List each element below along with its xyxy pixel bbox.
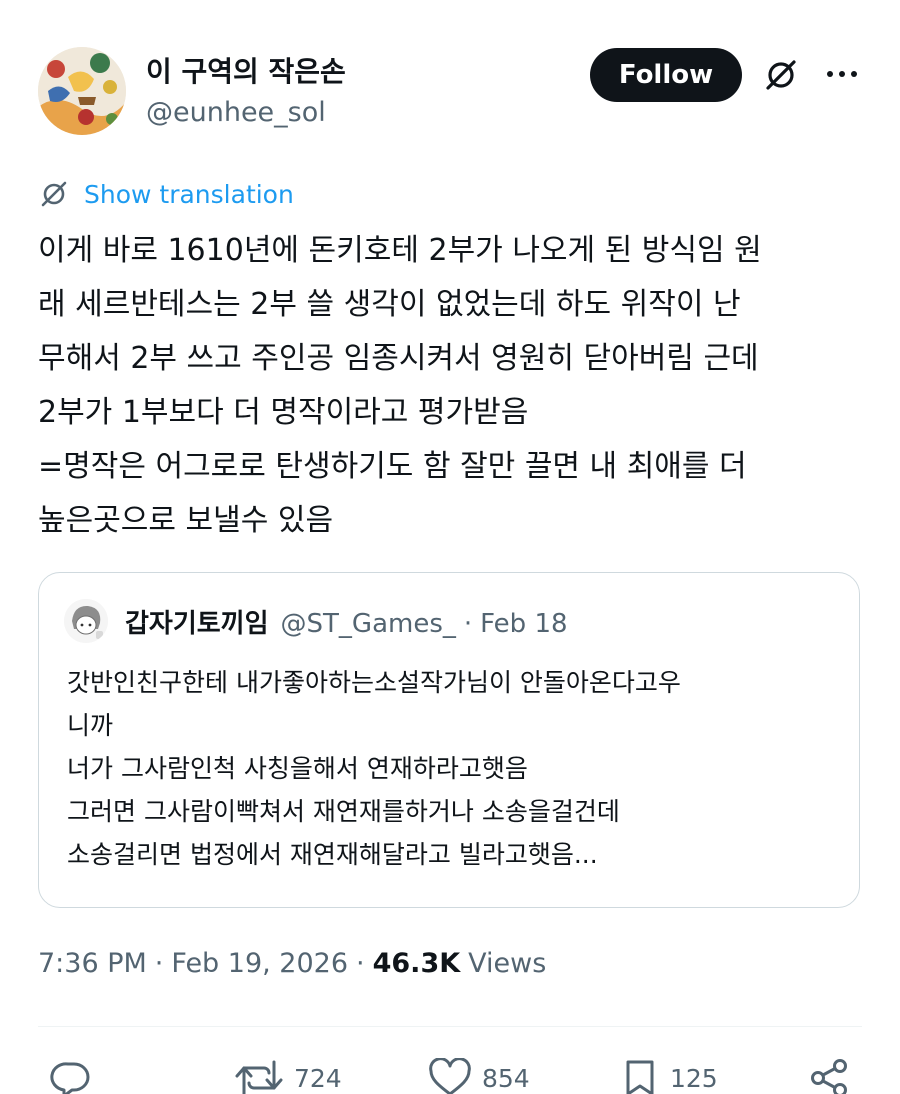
meta-separator: · xyxy=(356,948,365,979)
quoted-line: 소송걸리면 법정에서 재연재해달라고 빌라고햇음... xyxy=(67,840,598,869)
tweet-line: 2부가 1부보다 더 명작이라고 평가받음 xyxy=(38,395,529,430)
tweet-line: =명작은 어그로로 탄생하기도 함 잘만 끌면 내 최애를 더 xyxy=(38,449,747,484)
bookmark-count: 125 xyxy=(670,1063,718,1093)
share-icon xyxy=(808,1058,852,1094)
quoted-author-name[interactable]: 갑자기토끼임 xyxy=(125,603,269,640)
views-count: 46.3K xyxy=(372,948,461,979)
tweet-time[interactable]: 7:36 PM xyxy=(38,948,147,979)
quoted-author-handle[interactable]: @ST_Games_ xyxy=(281,609,456,639)
tweet-line: 무해서 2부 쓰고 주인공 임종시켜서 영원히 닫아버림 근데 xyxy=(38,341,759,376)
author-avatar[interactable] xyxy=(38,47,126,135)
reply-button[interactable] xyxy=(48,1058,92,1094)
tweet-line: 이게 바로 1610년에 돈키호테 2부가 나오게 된 방식임 원 xyxy=(38,233,762,268)
heart-icon xyxy=(428,1058,472,1094)
translate-icon xyxy=(38,178,70,210)
quoted-line: 그러면 그사람이빡쳐서 재연재를하거나 소송을걸건데 xyxy=(67,797,620,826)
tweet-meta: 7:36 PM · Feb 19, 2026 · 46.3K Views xyxy=(38,948,546,979)
quoted-tweet-card[interactable]: 갑자기토끼임 @ST_Games_ · Feb 18 갓반인친구한테 내가좋아하… xyxy=(38,572,860,908)
quoted-separator: · xyxy=(463,609,473,639)
like-button[interactable]: 854 xyxy=(428,1058,530,1094)
grok-icon[interactable] xyxy=(762,56,800,94)
retweet-icon xyxy=(234,1058,284,1094)
quoted-tweet-header: 갑자기토끼임 @ST_Games_ · Feb 18 xyxy=(125,603,568,640)
author-handle[interactable]: @eunhee_sol xyxy=(146,97,326,128)
retweet-count: 724 xyxy=(294,1063,342,1093)
tweet-line: 높은곳으로 보낼수 있음 xyxy=(38,503,334,538)
quoted-line: 갓반인친구한테 내가좋아하는소설작가님이 안돌아온다고우 xyxy=(67,668,681,697)
quoted-line: 너가 그사람인척 사칭을해서 연재하라고햇음 xyxy=(67,754,528,783)
tweet-detail: 이 구역의 작은손 @eunhee_sol Follow Show transl… xyxy=(0,0,900,1094)
meta-separator: · xyxy=(154,948,164,979)
divider xyxy=(38,1026,862,1027)
tweet-text: 이게 바로 1610년에 돈키호테 2부가 나오게 된 방식임 원 래 세르반테… xyxy=(38,224,874,548)
quoted-author-avatar[interactable] xyxy=(64,599,108,643)
quoted-line: 니까 xyxy=(67,711,114,740)
quoted-date[interactable]: Feb 18 xyxy=(480,609,567,639)
retweet-button[interactable]: 724 xyxy=(234,1058,342,1094)
author-display-name[interactable]: 이 구역의 작은손 xyxy=(146,50,346,90)
bookmark-icon xyxy=(620,1058,660,1094)
avatar-illustration xyxy=(38,47,126,135)
share-button[interactable] xyxy=(808,1058,852,1094)
show-translation-label[interactable]: Show translation xyxy=(84,180,294,209)
like-count: 854 xyxy=(482,1063,530,1093)
bookmark-button[interactable]: 125 xyxy=(620,1058,718,1094)
more-icon[interactable] xyxy=(824,62,860,86)
views-label: Views xyxy=(468,948,547,979)
tweet-date[interactable]: Feb 19, 2026 xyxy=(171,948,348,979)
show-translation[interactable]: Show translation xyxy=(38,176,294,212)
tweet-line: 래 세르반테스는 2부 쓸 생각이 없었는데 하도 위작이 난 xyxy=(38,287,741,322)
quoted-tweet-text: 갓반인친구한테 내가좋아하는소설작가님이 안돌아온다고우 니까 너가 그사람인척… xyxy=(67,661,837,876)
reply-icon xyxy=(48,1058,92,1094)
follow-button[interactable]: Follow xyxy=(590,48,742,102)
